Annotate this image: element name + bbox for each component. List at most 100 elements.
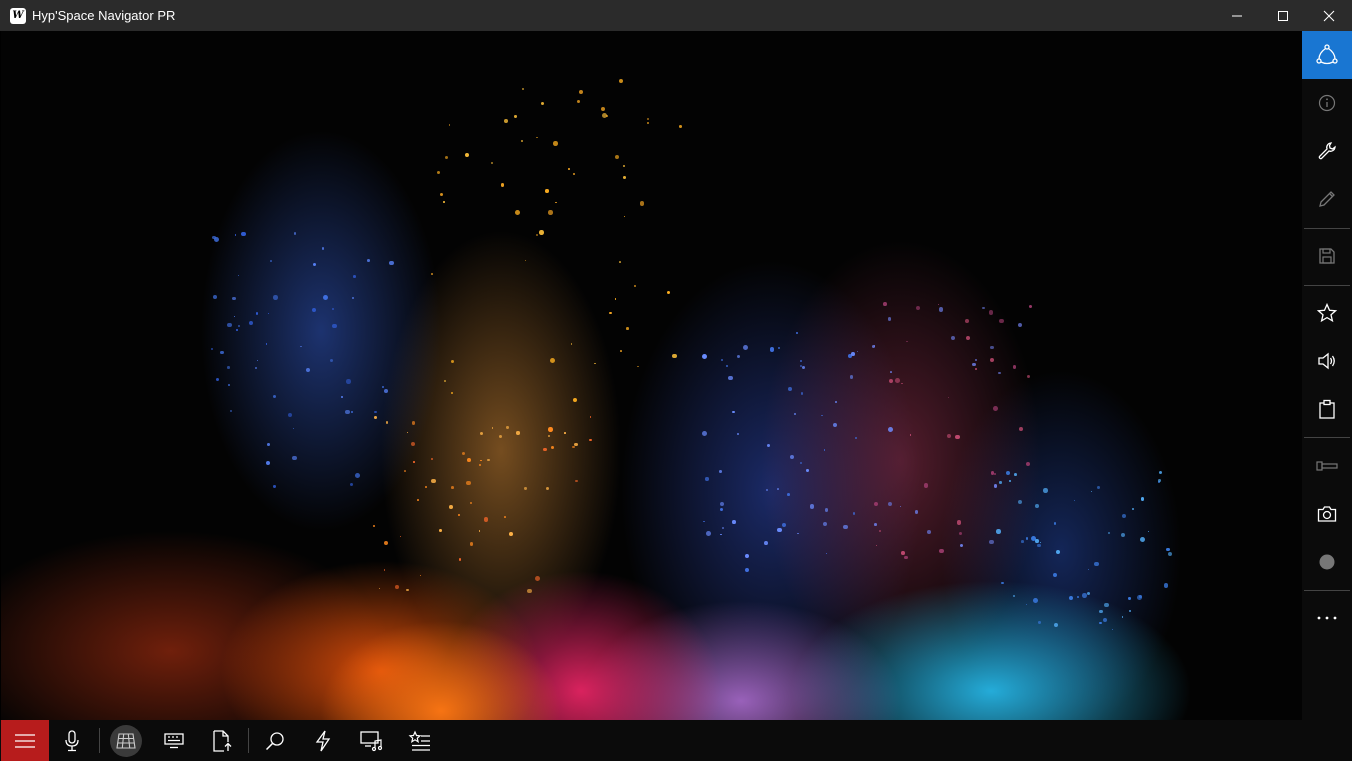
powder-particle (1094, 561, 1099, 567)
powder-particle (292, 427, 295, 430)
favorites-list-button[interactable] (396, 720, 444, 761)
powder-particle (273, 394, 277, 399)
export-file-button[interactable] (198, 720, 246, 761)
minimize-button[interactable] (1214, 0, 1260, 31)
powder-particle (856, 350, 859, 353)
search-button[interactable] (251, 720, 299, 761)
powder-particle (1077, 595, 1080, 598)
powder-particle (882, 302, 887, 306)
grid-button[interactable] (102, 720, 150, 761)
powder-particle (545, 189, 549, 193)
powder-particle (778, 346, 781, 349)
info-button[interactable] (1302, 79, 1352, 127)
powder-particle (1056, 550, 1061, 555)
save-icon (1319, 248, 1335, 264)
powder-particle (1128, 597, 1131, 600)
close-button[interactable] (1306, 0, 1352, 31)
powder-particle (514, 115, 517, 118)
powder-particle (267, 443, 270, 447)
keyboard-button[interactable] (150, 720, 198, 761)
volume-icon (1318, 352, 1335, 370)
powder-particle (1122, 514, 1127, 519)
powder-particle (1086, 592, 1090, 596)
powder-particle (389, 260, 394, 265)
powder-particle (466, 480, 471, 486)
powder-particle (1087, 568, 1089, 571)
hamburger-menu-icon (15, 733, 35, 748)
powder-particle (619, 261, 621, 263)
powder-particle (1025, 603, 1027, 606)
lightning-button[interactable] (299, 720, 347, 761)
powder-particle (851, 352, 855, 357)
powder-particle (1147, 530, 1150, 533)
powder-particle (958, 532, 962, 536)
powder-particle (332, 307, 334, 310)
powder-particle (946, 434, 952, 439)
powder-particle (854, 437, 857, 440)
powder-particle (998, 371, 1001, 375)
powder-particle (609, 311, 612, 315)
powder-particle (410, 441, 416, 447)
maximize-button[interactable] (1260, 0, 1306, 31)
powder-particle (703, 520, 705, 523)
powder-particle (1121, 616, 1124, 618)
powder-particle (321, 247, 325, 250)
more-icon (1317, 616, 1337, 620)
powder-particle (257, 360, 259, 362)
powder-particle (646, 118, 649, 121)
powder-particle (469, 501, 472, 504)
powder-particle (1163, 582, 1169, 588)
pencil-button[interactable] (1302, 175, 1352, 223)
star-button[interactable] (1302, 289, 1352, 337)
powder-particle (439, 529, 443, 532)
powder-particle (849, 375, 854, 380)
connector-button[interactable] (1302, 442, 1352, 490)
powder-particle (737, 433, 740, 436)
clipboard-button[interactable] (1302, 385, 1352, 433)
powder-particle (457, 513, 460, 516)
powder-particle (887, 317, 892, 321)
record-button[interactable] (1302, 538, 1352, 586)
powder-particle (300, 346, 302, 348)
save-button[interactable] (1302, 232, 1352, 280)
powder-particle (431, 478, 436, 484)
powder-particle (702, 431, 708, 436)
powder-particle (385, 421, 388, 424)
powder-particle (417, 499, 419, 501)
powder-particle (1140, 537, 1146, 543)
powder-particle (906, 340, 908, 343)
powder-particle (381, 385, 384, 389)
powder-particle (331, 323, 337, 329)
more-button[interactable] (1302, 594, 1352, 642)
powder-particle (923, 483, 929, 489)
powder-particle (465, 152, 470, 157)
powder-particle (888, 379, 894, 384)
powder-particle (491, 427, 494, 429)
microphone-button[interactable] (48, 720, 96, 761)
powder-particle (989, 357, 994, 362)
devices-music-button[interactable] (347, 720, 395, 761)
powder-particle (965, 336, 970, 341)
powder-particle (524, 487, 527, 490)
powder-particle (216, 377, 220, 381)
powder-particle (806, 469, 809, 472)
share-nodes-button[interactable] (1302, 31, 1352, 79)
powder-particle (1013, 472, 1017, 476)
devices-music-icon (360, 730, 383, 751)
powder-particle (634, 284, 637, 287)
powder-particle (1035, 503, 1040, 508)
toolbar-divider (1304, 228, 1350, 229)
powder-particle (795, 331, 798, 334)
powder-particle (1053, 573, 1058, 578)
powder-particle (312, 307, 317, 313)
camera-button[interactable] (1302, 490, 1352, 538)
hamburger-menu-button[interactable] (1, 720, 49, 761)
wrench-button[interactable] (1302, 127, 1352, 175)
powder-particle (823, 449, 825, 451)
powder-particle (451, 486, 455, 490)
volume-button[interactable] (1302, 337, 1352, 385)
keyboard-icon (164, 732, 184, 748)
window-controls (1214, 0, 1352, 31)
right-toolbar (1302, 31, 1352, 720)
powder-particle (1131, 508, 1134, 511)
